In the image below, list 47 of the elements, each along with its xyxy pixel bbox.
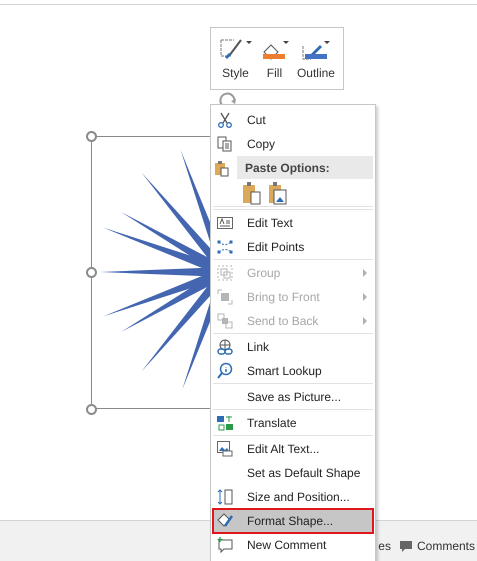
paste-picture-icon[interactable] [267, 180, 289, 204]
menu-item[interactable]: Link [213, 335, 373, 359]
menu-item[interactable]: Translate [213, 411, 373, 435]
send-back-icon [216, 312, 234, 330]
menu-item[interactable]: Edit Alt Text... [213, 437, 373, 461]
menu-section-header: Paste Options: [237, 156, 373, 179]
size-position-icon [216, 488, 234, 506]
search-icon [216, 362, 234, 380]
translate-icon [216, 414, 234, 432]
dropdown-arrow-icon [282, 41, 289, 44]
copy-icon [216, 135, 234, 153]
menu-item[interactable]: Format Shape... [213, 509, 373, 533]
comment-icon [216, 536, 234, 554]
image-alt-icon [216, 440, 234, 458]
comments-button[interactable]: Comments [416, 537, 475, 555]
menu-item[interactable]: Size and Position... [213, 485, 373, 509]
link-icon [216, 338, 234, 356]
bring-front-icon [216, 288, 234, 306]
toolbar-button[interactable]: Style [216, 34, 254, 82]
paste-button-icon[interactable] [241, 180, 263, 204]
dropdown-arrow-icon [246, 41, 252, 44]
menu-item[interactable]: Smart Lookup [213, 359, 373, 383]
text-box-icon [216, 214, 234, 232]
clipboard-icon [213, 158, 231, 176]
rotate-handle-icon[interactable] [218, 92, 238, 106]
menu-item[interactable]: Edit Text [213, 211, 373, 235]
pen-icon [301, 44, 324, 60]
menu-item[interactable]: Cut [213, 108, 373, 132]
menu-item[interactable]: Save as Picture... [213, 385, 373, 409]
menu-item[interactable]: Copy [213, 132, 373, 156]
scissors-icon [216, 111, 234, 129]
submenu-arrow-icon [363, 269, 367, 277]
submenu-arrow-icon [363, 293, 367, 301]
submenu-arrow-icon [363, 317, 367, 325]
menu-item[interactable]: New Comment [213, 533, 373, 557]
menu-item[interactable]: Set as Default Shape [213, 461, 373, 485]
group-icon [216, 264, 234, 282]
comment-icon [398, 540, 413, 552]
menu-item[interactable]: Edit Points [213, 235, 373, 259]
notes-label[interactable]: es [378, 537, 391, 555]
toolbar-button[interactable]: Outline [294, 34, 337, 82]
resize-handle[interactable] [86, 404, 97, 415]
dropdown-arrow-icon [324, 41, 330, 44]
resize-handle[interactable] [86, 131, 97, 142]
resize-handle[interactable] [86, 267, 97, 278]
toolbar-button[interactable]: Fill [258, 34, 291, 82]
edit-points-icon [216, 238, 234, 256]
